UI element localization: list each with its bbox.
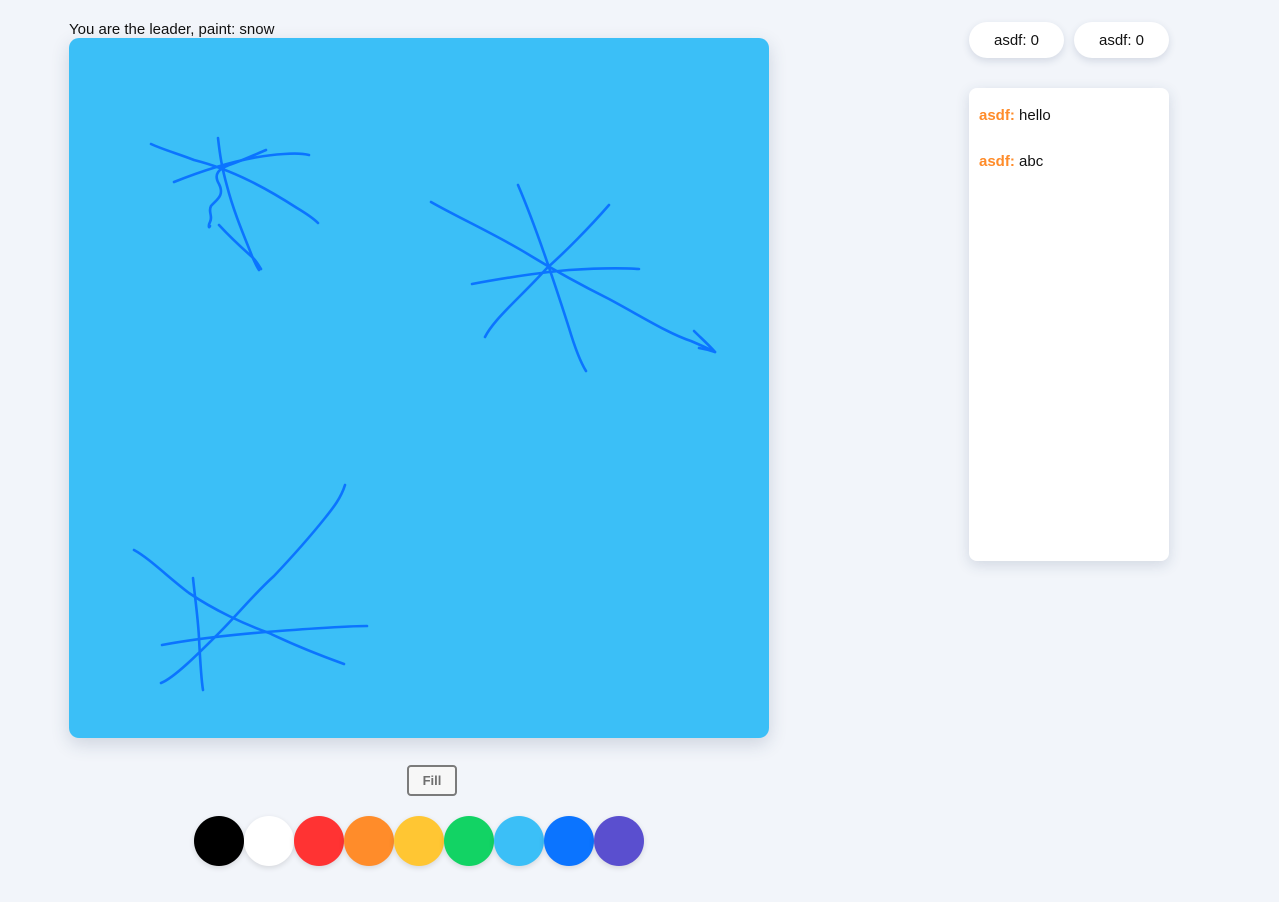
color-swatch-orange[interactable] bbox=[344, 816, 394, 866]
color-swatch-black[interactable] bbox=[194, 816, 244, 866]
color-swatch-purple[interactable] bbox=[594, 816, 644, 866]
canvas-background bbox=[69, 38, 769, 738]
color-swatch-blue[interactable] bbox=[544, 816, 594, 866]
chat-text: abc bbox=[1019, 153, 1044, 170]
game-page: You are the leader, paint: snow Fill asd… bbox=[0, 0, 1279, 902]
fill-button[interactable]: Fill bbox=[407, 765, 457, 796]
color-swatch-yellow[interactable] bbox=[394, 816, 444, 866]
color-palette bbox=[194, 816, 644, 866]
chat-panel: asdf: hello asdf: abc bbox=[969, 88, 1169, 561]
leader-prompt: You are the leader, paint: snow bbox=[69, 21, 275, 38]
color-swatch-sky-blue[interactable] bbox=[494, 816, 544, 866]
color-swatch-green[interactable] bbox=[444, 816, 494, 866]
player-score: asdf: 0 bbox=[969, 22, 1064, 58]
drawing-canvas[interactable] bbox=[69, 38, 769, 738]
player-scores: asdf: 0 asdf: 0 bbox=[969, 22, 1169, 58]
color-swatch-red[interactable] bbox=[294, 816, 344, 866]
chat-message: asdf: abc bbox=[979, 152, 1159, 172]
drawing-surface[interactable] bbox=[69, 38, 769, 738]
color-swatch-white[interactable] bbox=[244, 816, 294, 866]
player-score: asdf: 0 bbox=[1074, 22, 1169, 58]
chat-author: asdf: bbox=[979, 107, 1015, 124]
chat-author: asdf: bbox=[979, 153, 1015, 170]
chat-message: asdf: hello bbox=[979, 106, 1159, 126]
chat-text: hello bbox=[1019, 107, 1051, 124]
